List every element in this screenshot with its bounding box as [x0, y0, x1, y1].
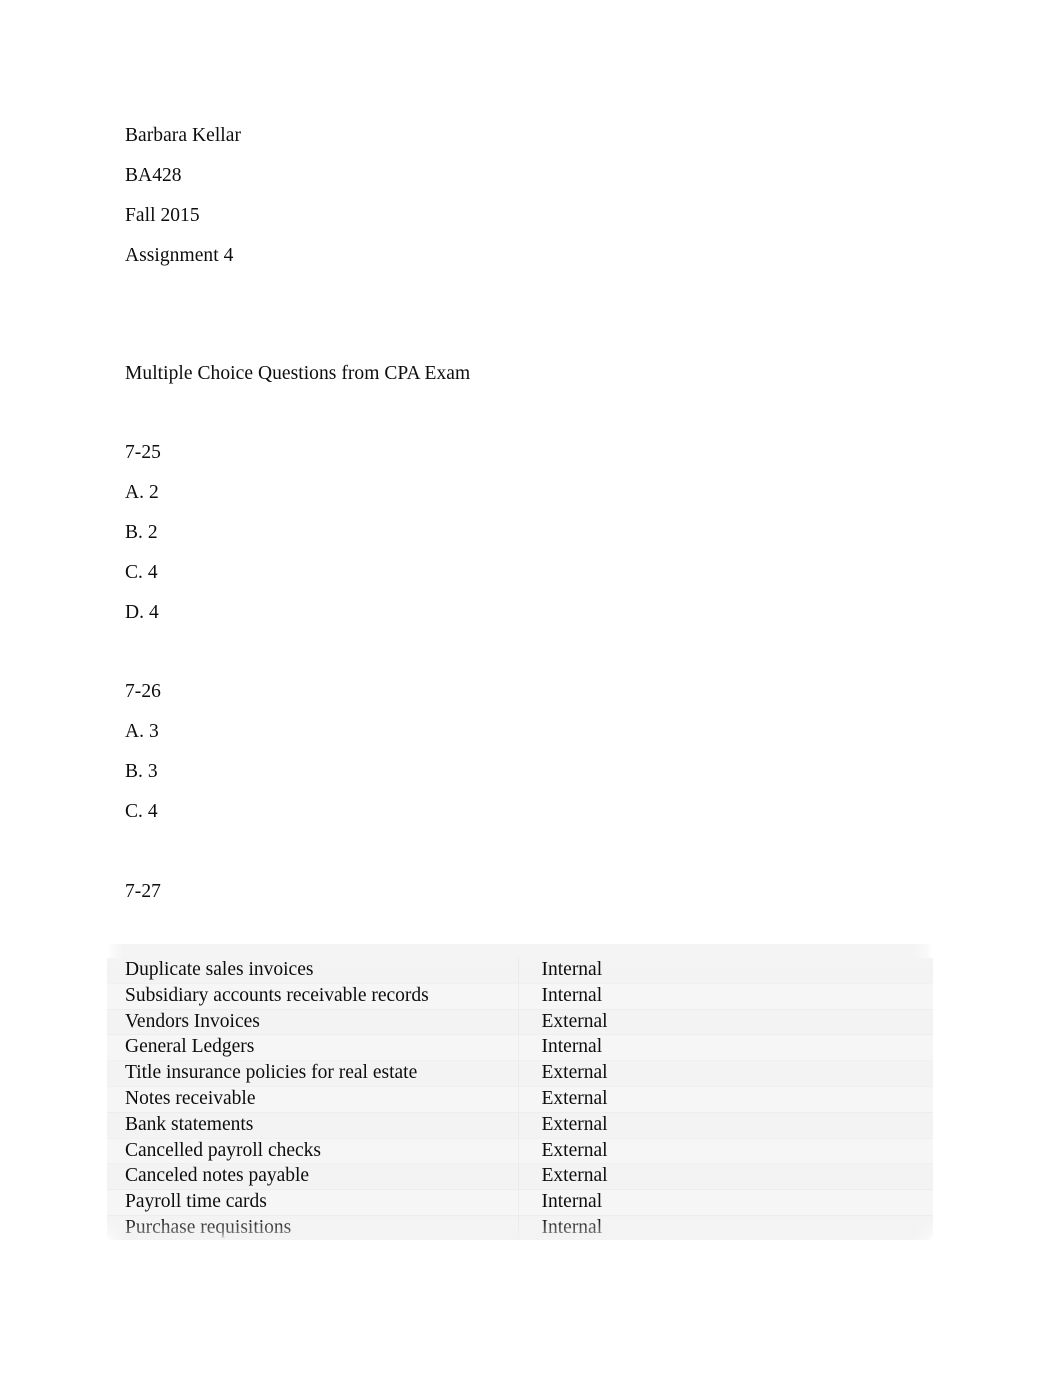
table-cell-document: Title insurance policies for real estate [107, 1061, 518, 1087]
answer-7-25-d: D. 4 [125, 602, 159, 623]
answer-7-25-b: B. 2 [125, 522, 158, 543]
table-row: Notes receivable External [107, 1086, 933, 1113]
document-source-table: Duplicate sales invoices Internal Subsid… [107, 944, 933, 1241]
table-row: Duplicate sales invoices Internal [107, 958, 933, 984]
table-cell-source: Internal [518, 1215, 933, 1240]
assignment-label: Assignment 4 [125, 245, 234, 266]
table-row: Cancelled payroll checks External [107, 1138, 933, 1164]
table-cell-document: Bank statements [107, 1112, 518, 1138]
answer-7-26-c: C. 4 [125, 801, 158, 822]
table-cell-source: Internal [518, 1190, 933, 1216]
document-page: Barbara Kellar BA428 Fall 2015 Assignmen… [0, 0, 1062, 1377]
table-row: Payroll time cards Internal [107, 1189, 933, 1216]
table-body: Duplicate sales invoices Internal Subsid… [107, 958, 933, 1241]
table-cell-source: External [518, 1061, 933, 1087]
answer-7-26-a: A. 3 [125, 721, 159, 742]
table-cell-document: Cancelled payroll checks [107, 1138, 518, 1164]
table-cell-source: Internal [518, 1035, 933, 1061]
term-label: Fall 2015 [125, 205, 200, 226]
question-number-7-26: 7-26 [125, 681, 161, 702]
table-cell-source: Internal [518, 983, 933, 1009]
table-row: Vendors Invoices External [107, 1009, 933, 1035]
section-title: Multiple Choice Questions from CPA Exam [125, 363, 471, 384]
table-cell-source: Internal [518, 958, 933, 983]
table-cell-source: External [518, 1112, 933, 1138]
table-cell-source: External [518, 1138, 933, 1164]
table-cell-document: General Ledgers [107, 1035, 518, 1061]
answer-7-26-b: B. 3 [125, 761, 158, 782]
table-cell-document: Payroll time cards [107, 1190, 518, 1216]
table-cell-document: Duplicate sales invoices [125, 959, 314, 980]
table-cell-document: Vendors Invoices [107, 1009, 518, 1035]
table-inner: Duplicate sales invoices Internal Subsid… [107, 944, 933, 1241]
course-code: BA428 [125, 165, 182, 186]
table-row: Subsidiary accounts receivable records I… [107, 983, 933, 1010]
table-cell-source: External [518, 1164, 933, 1190]
table-cell-source: External [518, 1009, 933, 1035]
table-row: General Ledgers Internal [107, 1034, 933, 1061]
table-row: Purchase requisitions Internal [107, 1215, 933, 1241]
table-row: Canceled notes payable External [107, 1163, 933, 1190]
table-row: Bank statements External [107, 1112, 933, 1139]
table-cell-source: External [518, 1086, 933, 1112]
table-row: Title insurance policies for real estate… [107, 1060, 933, 1087]
question-number-7-27: 7-27 [125, 881, 161, 902]
table-cell-document: Canceled notes payable [107, 1164, 518, 1190]
table-cell-document: Purchase requisitions [107, 1215, 518, 1240]
answer-7-25-a: A. 2 [125, 482, 159, 503]
question-number-7-25: 7-25 [125, 442, 161, 463]
table-cell-document: Notes receivable [107, 1086, 518, 1112]
answer-7-25-c: C. 4 [125, 562, 158, 583]
classification-table: Duplicate sales invoices Internal Subsid… [107, 958, 933, 1241]
table-cell-document: Subsidiary accounts receivable records [107, 983, 518, 1009]
author-name: Barbara Kellar [125, 125, 242, 146]
